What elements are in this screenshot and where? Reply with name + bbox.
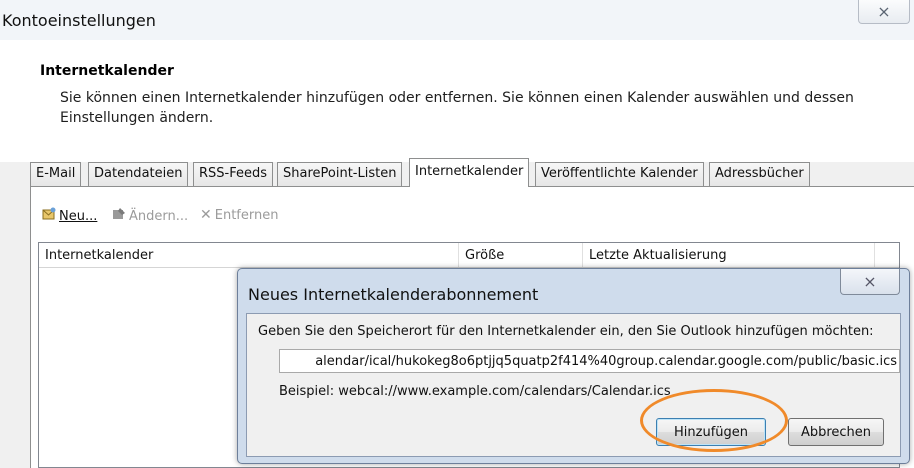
dialog-title: Neues Internetkalenderabonnement	[248, 285, 539, 304]
change-button[interactable]: Ändern...	[112, 207, 188, 225]
tab-address-books[interactable]: Adressbücher	[709, 162, 810, 186]
section-title: Internetkalender	[40, 63, 174, 79]
tab-data-files[interactable]: Datendateien	[88, 162, 189, 186]
calendar-url-input[interactable]: alendar/ical/hukokeg8o6ptjjq5quatp2f414%…	[279, 349, 900, 373]
cancel-button-label: Abbrechen	[800, 424, 872, 440]
new-internet-calendar-dialog: Neues Internetkalenderabonnement ⨯ Geben…	[237, 268, 910, 464]
tab-internet-calendars[interactable]: Internetkalender	[409, 158, 530, 187]
highlight-annotation	[640, 389, 788, 452]
list-header: Internetkalender Größe Letzte Aktualisie…	[39, 243, 899, 268]
delete-x-icon: ✕	[200, 207, 212, 223]
window-titlebar: Kontoeinstellungen ⨯	[0, 0, 914, 40]
header-section: Internetkalender Sie können einen Intern…	[0, 40, 914, 162]
tab-published-calendars[interactable]: Veröffentlichte Kalender	[535, 162, 704, 186]
new-button-label: Neu...	[59, 208, 98, 224]
tab-email[interactable]: E-Mail	[30, 162, 82, 186]
remove-button[interactable]: ✕ Entfernen	[200, 207, 278, 223]
column-header-size[interactable]: Größe	[459, 243, 583, 267]
dialog-prompt: Geben Sie den Speicherort für den Intern…	[258, 324, 874, 339]
dialog-content: Geben Sie den Speicherort für den Intern…	[246, 313, 901, 457]
close-icon: ⨯	[877, 2, 891, 21]
close-icon: ⨯	[863, 272, 877, 291]
edit-icon	[112, 207, 126, 225]
new-calendar-icon	[42, 207, 56, 225]
change-button-label: Ändern...	[129, 208, 189, 224]
cancel-button[interactable]: Abbrechen	[788, 418, 884, 446]
tab-sharepoint-lists[interactable]: SharePoint-Listen	[277, 162, 403, 186]
remove-button-label: Entfernen	[214, 207, 279, 223]
calendar-url-value: alendar/ical/hukokeg8o6ptjjq5quatp2f414%…	[315, 353, 897, 369]
window-title: Kontoeinstellungen	[2, 11, 156, 30]
column-header-calendar[interactable]: Internetkalender	[39, 243, 459, 267]
window-close-button[interactable]: ⨯	[858, 0, 910, 24]
tab-rss-feeds[interactable]: RSS-Feeds	[193, 162, 274, 186]
example-hint: Beispiel: webcal://www.example.com/calen…	[279, 384, 671, 399]
section-description: Sie können einen Internetkalender hinzuf…	[60, 90, 854, 126]
column-header-last-update[interactable]: Letzte Aktualisierung	[583, 243, 875, 267]
new-button[interactable]: Neu...	[42, 207, 97, 225]
dialog-close-button[interactable]: ⨯	[840, 269, 900, 295]
